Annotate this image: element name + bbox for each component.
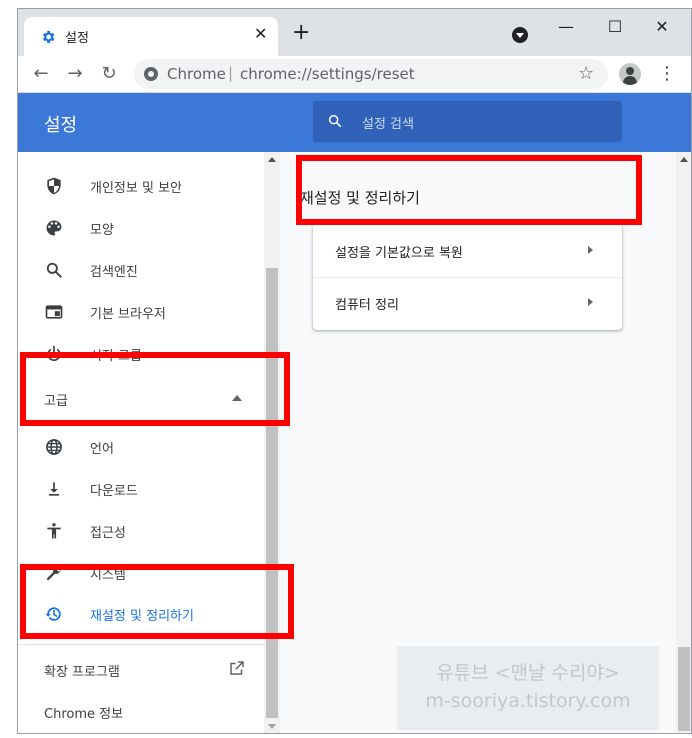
new-tab-button[interactable]: +: [292, 22, 310, 44]
sidebar-item-label: 기본 브라우저: [90, 307, 166, 322]
highlight-box-advanced: [20, 352, 290, 426]
profile-avatar-icon[interactable]: [619, 63, 641, 85]
sidebar-item-accessibility[interactable]: 접근성: [18, 511, 264, 551]
download-icon: [49, 482, 59, 496]
search-placeholder: 설정 검색: [362, 117, 414, 132]
sidebar-item-label: 다운로드: [90, 484, 138, 499]
tab-close-icon[interactable]: ✕: [254, 26, 267, 42]
main-scrollbar[interactable]: [676, 152, 691, 733]
sidebar-item-label: 검색엔진: [90, 265, 138, 280]
extensions-label: 확장 프로그램: [44, 665, 120, 680]
back-icon[interactable]: ←: [30, 63, 52, 85]
external-link-icon: [230, 661, 244, 675]
search-icon: [328, 114, 342, 128]
scroll-up-icon[interactable]: [680, 157, 688, 162]
chrome-icon: [144, 67, 158, 81]
tab-strip: 설정 ✕ + — ☐ ✕: [18, 9, 691, 56]
settings-sidebar: 개인정보 및 보안 모양 검색엔진 기본 브라우저 시작 그룹 고급 언어 다운…: [18, 152, 280, 733]
sidebar-item-languages[interactable]: 언어: [18, 427, 264, 467]
highlight-box-section-title: [296, 155, 642, 225]
menu-dots-icon[interactable]: ⋮: [658, 61, 676, 87]
reload-icon[interactable]: ↻: [98, 63, 120, 85]
card-row-label: 설정을 기본값으로 복원: [335, 246, 463, 261]
reset-card: 설정을 기본값으로 복원 컴퓨터 정리: [313, 224, 622, 330]
browser-toolbar: ← → ↻ Chrome | chrome://settings/reset ☆…: [18, 56, 691, 93]
close-window-button[interactable]: ✕: [652, 17, 672, 37]
gear-icon: [43, 31, 55, 43]
forward-icon[interactable]: →: [64, 63, 86, 85]
maximize-button[interactable]: ☐: [605, 17, 625, 37]
minimize-button[interactable]: —: [556, 17, 576, 37]
bookmark-star-icon[interactable]: ☆: [578, 63, 594, 84]
card-row-label: 컴퓨터 정리: [335, 298, 399, 313]
accessibility-icon: [47, 523, 61, 539]
scrollbar-thumb[interactable]: [678, 647, 690, 731]
sidebar-divider: [18, 644, 264, 645]
page-title: 설정: [44, 115, 78, 136]
sidebar-item-default-browser[interactable]: 기본 브라우저: [18, 292, 264, 332]
watermark-line2: m-sooriya.tistory.com: [425, 690, 631, 712]
highlight-box-reset-item: [20, 564, 294, 639]
sidebar-item-label: 개인정보 및 보안: [90, 181, 182, 196]
search-icon: [46, 262, 62, 278]
sidebar-item-label: 접근성: [90, 526, 126, 541]
chevron-right-icon: [588, 298, 593, 306]
sidebar-item-search-engine[interactable]: 검색엔진: [18, 250, 264, 290]
scrollbar-thumb[interactable]: [266, 268, 278, 718]
sidebar-item-about-chrome[interactable]: Chrome 정보: [18, 697, 264, 727]
clean-up-computer-row[interactable]: 컴퓨터 정리: [313, 277, 622, 327]
watermark: 유튜브 <맨날 수리야> m-sooriya.tistory.com: [397, 646, 659, 730]
omnibox-separator: |: [228, 64, 234, 82]
scroll-up-icon[interactable]: [268, 157, 276, 162]
browser-icon: [45, 305, 63, 319]
address-bar[interactable]: Chrome | chrome://settings/reset ☆: [134, 59, 608, 89]
tab-title: 설정: [65, 31, 89, 46]
sidebar-item-extensions[interactable]: 확장 프로그램: [18, 655, 264, 685]
scroll-down-icon[interactable]: [268, 724, 276, 729]
tab-settings[interactable]: 설정 ✕: [24, 17, 278, 56]
tab-search-icon[interactable]: [512, 27, 528, 43]
settings-header: 설정 설정 검색: [18, 93, 691, 152]
about-label: Chrome 정보: [44, 707, 124, 722]
sidebar-item-privacy[interactable]: 개인정보 및 보안: [18, 166, 264, 206]
settings-main: 재설정 및 정리하기 설정을 기본값으로 복원 컴퓨터 정리 유튜브 <맨날 수…: [280, 152, 691, 733]
restore-defaults-row[interactable]: 설정을 기본값으로 복원: [313, 226, 622, 276]
watermark-line1: 유튜브 <맨날 수리야>: [436, 662, 620, 684]
sidebar-item-appearance[interactable]: 모양: [18, 208, 264, 248]
omnibox-brand: Chrome: [167, 65, 226, 83]
palette-icon: [46, 220, 62, 236]
shield-icon: [47, 177, 61, 195]
omnibox-url[interactable]: chrome://settings/reset: [240, 65, 415, 83]
sidebar-item-label: 언어: [90, 442, 114, 457]
sidebar-scrollbar[interactable]: [264, 152, 280, 733]
sidebar-item-downloads[interactable]: 다운로드: [18, 469, 264, 509]
globe-icon: [46, 439, 62, 455]
sidebar-item-label: 모양: [90, 223, 114, 238]
settings-search-input[interactable]: 설정 검색: [313, 101, 622, 142]
chevron-right-icon: [588, 246, 593, 254]
